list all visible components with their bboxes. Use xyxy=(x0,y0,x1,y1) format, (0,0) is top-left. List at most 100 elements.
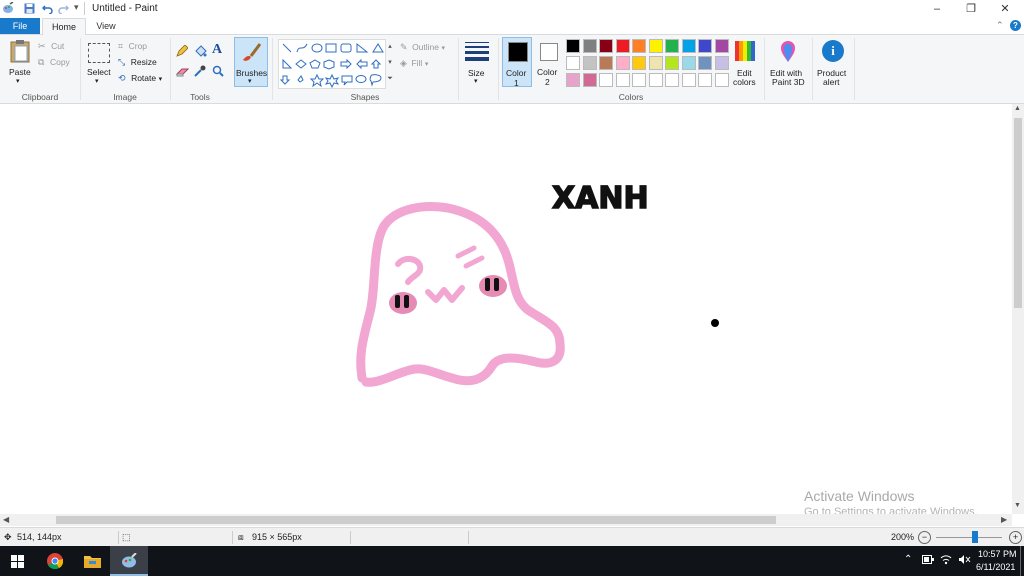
eraser-icon[interactable] xyxy=(175,67,190,79)
palette-swatch[interactable] xyxy=(582,73,597,87)
tools-group-label: Tools xyxy=(190,92,210,102)
palette-swatch[interactable] xyxy=(698,73,712,87)
volume-muted-icon[interactable] xyxy=(958,554,971,567)
palette-swatch[interactable] xyxy=(714,56,729,70)
text-tool-icon[interactable]: A xyxy=(212,42,222,58)
canvas-workspace[interactable]: XANH Activate Windows Go to Settings to … xyxy=(0,104,1012,518)
edit-colors-button[interactable]: Edit colors xyxy=(732,39,758,91)
palette-swatch[interactable] xyxy=(599,73,613,87)
palette-swatch[interactable] xyxy=(615,56,630,70)
chrome-icon[interactable] xyxy=(47,553,64,571)
tab-view[interactable]: View xyxy=(88,18,124,34)
pencil-icon[interactable] xyxy=(176,44,189,59)
paint-app-icon[interactable] xyxy=(2,1,14,14)
wifi-icon[interactable] xyxy=(940,554,952,567)
color2-button[interactable]: Color 2 xyxy=(536,37,562,87)
help-icon[interactable]: ? xyxy=(1010,20,1021,31)
rotate-button[interactable]: ⟲ Rotate ▾ xyxy=(118,73,162,84)
palette-swatch[interactable] xyxy=(599,39,613,53)
product-alert-button[interactable]: i Product alert xyxy=(816,39,850,91)
scroll-left-icon[interactable]: ◀ xyxy=(3,515,9,524)
scroll-down-icon[interactable]: ▼ xyxy=(1014,502,1021,509)
palette-swatch[interactable] xyxy=(714,39,729,53)
collapse-ribbon-icon[interactable]: ⌃ xyxy=(996,20,1004,31)
palette-swatch[interactable] xyxy=(632,56,646,70)
taskbar-time[interactable]: 10:57 PM xyxy=(978,549,1017,559)
minimize-button[interactable]: – xyxy=(920,0,954,18)
shapes-gallery[interactable] xyxy=(278,39,386,89)
palette-swatch[interactable] xyxy=(648,56,663,70)
palette-swatch[interactable] xyxy=(698,39,712,53)
redo-icon[interactable] xyxy=(58,3,70,16)
palette-swatch[interactable] xyxy=(698,56,712,70)
zoom-slider-track[interactable] xyxy=(936,537,1002,538)
ribbon-separator xyxy=(170,38,171,100)
tab-file[interactable]: File xyxy=(0,18,40,34)
palette-swatch[interactable] xyxy=(632,39,646,53)
restore-button[interactable]: ❐ xyxy=(954,0,988,18)
scroll-up-icon[interactable]: ▲ xyxy=(1014,105,1021,112)
paste-button[interactable]: Paste ▾ xyxy=(6,39,34,87)
zoom-in-icon[interactable]: + xyxy=(1009,531,1022,544)
size-button[interactable]: Size ▾ xyxy=(464,39,490,89)
paste-label: Paste xyxy=(9,67,31,77)
palette-swatch[interactable] xyxy=(566,73,580,87)
cut-button[interactable]: ✂ Cut xyxy=(38,41,64,52)
palette-swatch[interactable] xyxy=(566,56,580,70)
palette-swatch[interactable] xyxy=(566,39,580,53)
palette-swatch[interactable] xyxy=(665,39,679,53)
crop-button[interactable]: ⌗ Crop xyxy=(118,41,147,52)
system-tray-expand-icon[interactable]: ⌃ xyxy=(904,554,912,565)
palette-swatch[interactable] xyxy=(648,73,663,87)
palette-swatch[interactable] xyxy=(681,73,696,87)
tab-home[interactable]: Home xyxy=(42,18,86,35)
vertical-scroll-thumb[interactable] xyxy=(1014,118,1022,308)
magnifier-icon[interactable] xyxy=(212,65,224,79)
close-button[interactable]: ✕ xyxy=(988,0,1022,18)
copy-button[interactable]: ⧉ Copy xyxy=(38,57,70,68)
palette-swatch[interactable] xyxy=(648,39,663,53)
show-desktop-button[interactable] xyxy=(1020,546,1021,576)
battery-icon[interactable] xyxy=(922,555,934,566)
horizontal-scrollbar[interactable]: ◀ ▶ xyxy=(0,514,1012,526)
palette-swatch[interactable] xyxy=(599,56,613,70)
taskbar-date[interactable]: 6/11/2021 xyxy=(976,562,1015,572)
windows-start-icon[interactable] xyxy=(11,555,24,570)
rotate-dropdown-icon: ▾ xyxy=(158,76,163,83)
select-button[interactable]: Select ▾ xyxy=(86,41,112,89)
palette-swatch[interactable] xyxy=(582,39,597,53)
palette-swatch[interactable] xyxy=(665,73,679,87)
brushes-button[interactable]: Brushes ▾ xyxy=(234,37,268,87)
palette-swatch[interactable] xyxy=(615,73,630,87)
file-explorer-icon[interactable] xyxy=(84,554,101,570)
scroll-right-icon[interactable]: ▶ xyxy=(1001,515,1007,524)
horizontal-scroll-thumb[interactable] xyxy=(56,516,776,524)
copy-label: Copy xyxy=(49,57,70,67)
zoom-slider-thumb[interactable] xyxy=(972,531,978,543)
palette-swatch[interactable] xyxy=(681,39,696,53)
palette-swatch[interactable] xyxy=(582,56,597,70)
zoom-level: 200% xyxy=(891,532,915,542)
palette-swatch[interactable] xyxy=(681,56,696,70)
color1-button[interactable]: Color 1 xyxy=(502,37,532,88)
vertical-scrollbar[interactable]: ▲ ▼ xyxy=(1012,104,1024,514)
info-icon: i xyxy=(822,40,844,62)
save-icon[interactable] xyxy=(24,3,35,16)
undo-icon[interactable] xyxy=(41,3,53,16)
quick-access-dropdown-icon[interactable]: ▾ xyxy=(74,2,79,13)
select-dropdown-icon: ▾ xyxy=(95,78,99,85)
fill-button[interactable]: ◈ Fill ▾ xyxy=(400,58,428,69)
palette-swatch[interactable] xyxy=(714,73,729,87)
shapes-scroll-icon[interactable]: ▴ ▾ ⏷ xyxy=(386,39,394,89)
palette-swatch[interactable] xyxy=(665,56,679,70)
drawing-canvas[interactable]: XANH xyxy=(0,104,1012,514)
edit-with-paint3d-button[interactable]: Edit with Paint 3D xyxy=(768,39,808,91)
taskbar-paint-button[interactable] xyxy=(110,546,148,576)
palette-swatch[interactable] xyxy=(615,39,630,53)
outline-button[interactable]: ✎ Outline ▾ xyxy=(400,42,445,53)
palette-swatch[interactable] xyxy=(632,73,646,87)
fill-bucket-icon[interactable] xyxy=(194,45,207,59)
resize-button[interactable]: ⤡ Resize xyxy=(118,57,157,68)
zoom-out-icon[interactable]: − xyxy=(918,531,931,544)
color-picker-icon[interactable] xyxy=(194,65,206,79)
